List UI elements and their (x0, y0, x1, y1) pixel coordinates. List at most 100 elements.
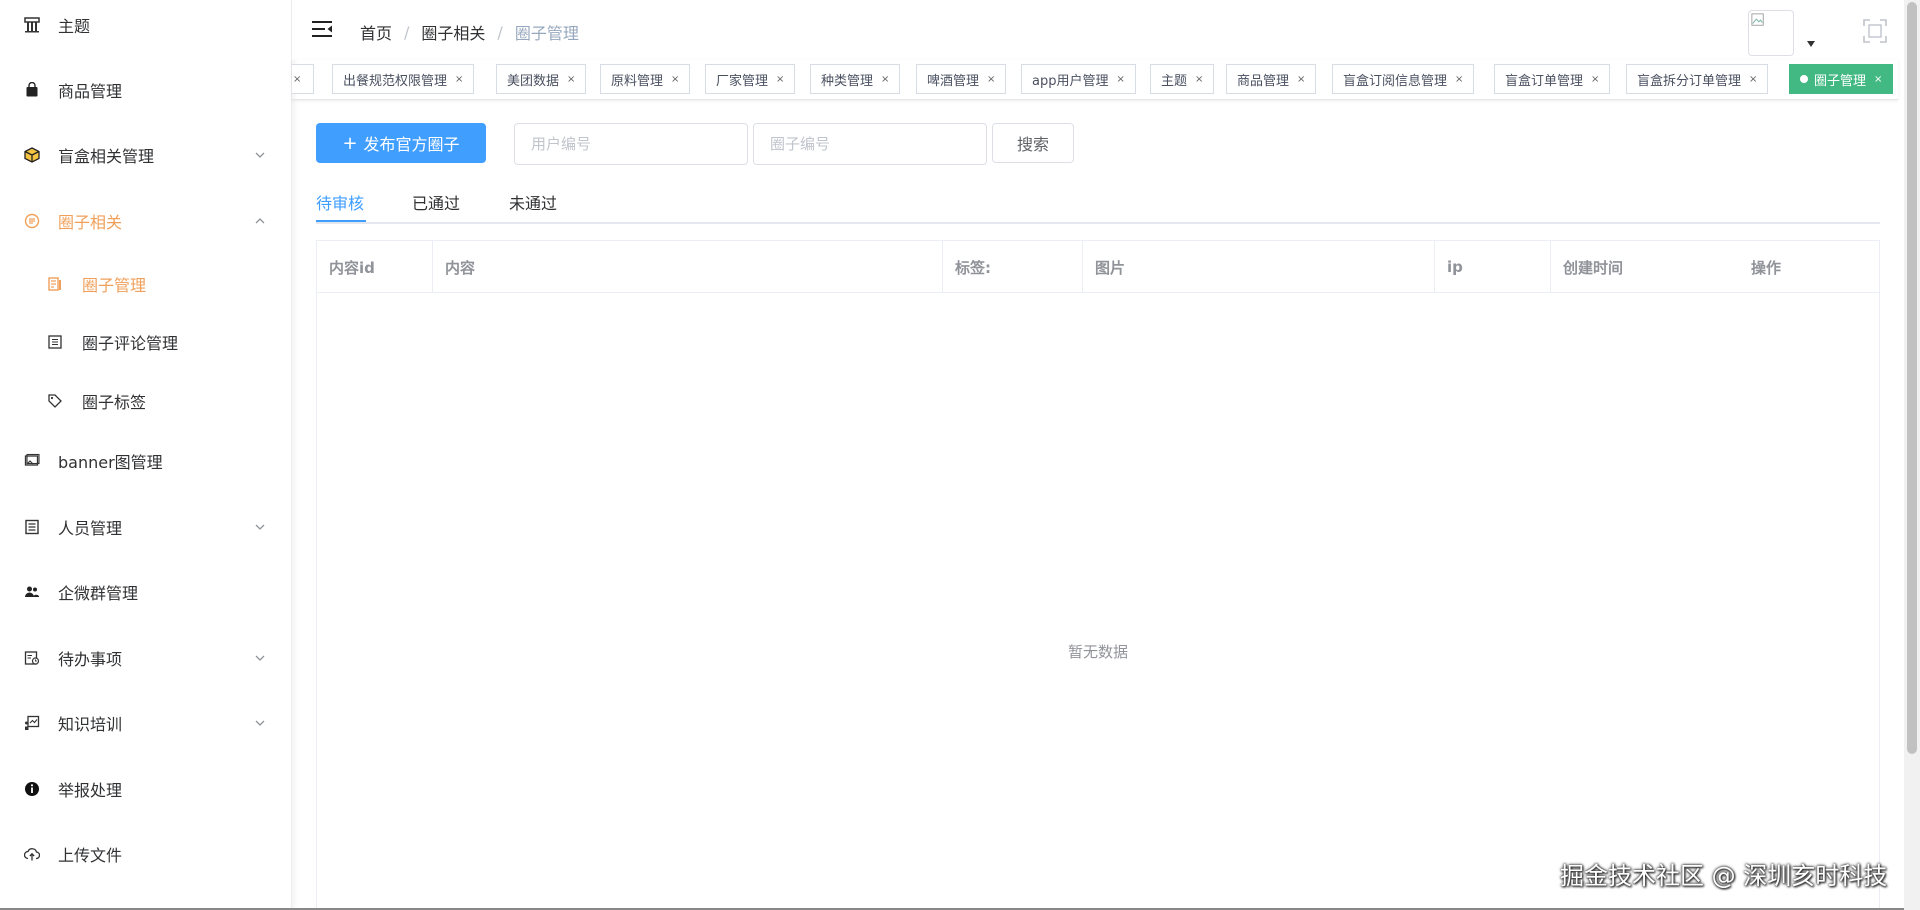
navbar: 首页 / 圈子相关 / 圈子管理 (292, 0, 1898, 60)
sidebar-item-label: 人员管理 (58, 519, 123, 538)
sidebar-item-label: 企微群管理 (58, 584, 139, 603)
scrollbar[interactable] (1904, 0, 1920, 910)
tag-label: 盲盒订阅信息管理 (1343, 73, 1448, 89)
close-icon[interactable]: × (671, 74, 679, 85)
close-icon[interactable]: × (1455, 74, 1463, 85)
active-dot-icon (1800, 75, 1808, 83)
sidebar-item-label: 圈子相关 (58, 213, 123, 232)
tag-item[interactable]: 盲盒订阅信息管理 × (1332, 64, 1475, 94)
publish-circle-button[interactable]: + 发布官方圈子 (316, 123, 486, 163)
close-icon[interactable]: × (776, 74, 784, 85)
box-icon (24, 147, 40, 163)
tag-item[interactable]: 主题 × (1150, 64, 1215, 94)
caret-down-icon[interactable] (1806, 40, 1816, 48)
tag-item[interactable]: 盲盒订单管理 × (1494, 64, 1611, 94)
todo-icon (24, 650, 40, 666)
sidebar-item-todo[interactable]: 待办事项 (0, 630, 291, 686)
chevron-down-icon (255, 152, 265, 158)
close-icon[interactable]: × (987, 74, 995, 85)
tag-label: app用户管理 (1032, 73, 1109, 89)
sidebar-item-label: 上传文件 (58, 846, 123, 865)
breadcrumb-home[interactable]: 首页 (360, 20, 392, 44)
sidebar-subitem-circle-tags[interactable]: 圈子标签 (0, 373, 291, 429)
sidebar-subitem-label: 圈子评论管理 (82, 334, 179, 353)
sidebar-item-report[interactable]: 举报处理 (0, 761, 291, 817)
tag-icon (48, 394, 62, 408)
bag-icon (24, 82, 40, 98)
doc-icon (48, 277, 62, 291)
sidebar-item-staff[interactable]: 人员管理 (0, 499, 291, 555)
tag-item[interactable]: 商品管理 × (1226, 64, 1317, 94)
main-content: 首页 / 圈子相关 / 圈子管理 × 出餐规范权限管理 × 美团数据 × 原料管理 ×… (292, 0, 1898, 910)
circle-table: 内容id 内容 标签: 图片 ip 创建时间 操作 暂无数据 (316, 240, 1880, 910)
user-id-input[interactable] (514, 123, 748, 165)
tag-label: 种类管理 (821, 73, 874, 89)
info-icon (24, 781, 40, 797)
sidebar-item-training[interactable]: 知识培训 (0, 695, 291, 751)
avatar[interactable] (1748, 10, 1794, 56)
sidebar-item-blindbox[interactable]: 盲盒相关管理 (0, 127, 291, 183)
breadcrumb-parent[interactable]: 圈子相关 (421, 20, 485, 44)
sidebar-item-label: 商品管理 (58, 82, 123, 101)
tag-label: 原料管理 (611, 73, 664, 89)
column-header-content: 内容 (433, 241, 943, 293)
active-tab-indicator (316, 220, 366, 222)
menu-toggle-icon[interactable] (312, 20, 332, 38)
chevron-down-icon (255, 524, 265, 530)
tab-rejected[interactable]: 未通过 (509, 190, 557, 214)
chevron-down-icon (255, 655, 265, 661)
table-header: 内容id 内容 标签: 图片 ip 创建时间 操作 (317, 241, 1879, 293)
breadcrumb-current: 圈子管理 (514, 24, 579, 43)
column-header-images: 图片 (1083, 241, 1435, 293)
sidebar-subitem-label: 圈子标签 (82, 393, 147, 412)
column-header-content-id: 内容id (317, 241, 433, 293)
sidebar-subitem-circle-manage[interactable]: 圈子管理 (0, 256, 291, 312)
close-icon[interactable]: × (1874, 74, 1882, 85)
tab-pending[interactable]: 待审核 (316, 190, 364, 214)
sidebar-item-label: 待办事项 (58, 650, 123, 669)
tab-approved[interactable]: 已通过 (412, 190, 460, 214)
tag-item[interactable]: 出餐规范权限管理 × (332, 64, 475, 94)
breadcrumb-separator: / (497, 22, 503, 42)
people-icon (24, 584, 40, 600)
close-icon[interactable]: × (1116, 74, 1124, 85)
tag-item[interactable]: app用户管理 × (1021, 64, 1136, 94)
close-icon[interactable]: × (567, 74, 575, 85)
sidebar-item-label: banner图管理 (58, 453, 163, 472)
sidebar-item-label: 盲盒相关管理 (58, 147, 155, 166)
tag-item[interactable]: 厂家管理 × (705, 64, 796, 94)
tag-item-partial[interactable]: × (292, 64, 314, 94)
tag-item[interactable]: 美团数据 × (496, 64, 587, 94)
plus-icon: + (342, 132, 358, 154)
tag-item[interactable]: 盲盒拆分订单管理 × (1626, 64, 1769, 94)
status-tabs: 待审核 已通过 未通过 (316, 186, 1880, 224)
close-icon[interactable]: × (881, 74, 889, 85)
tag-label: 主题 (1161, 73, 1188, 89)
fullscreen-icon[interactable] (1862, 18, 1888, 44)
sidebar-subitem-circle-comments[interactable]: 圈子评论管理 (0, 314, 291, 370)
sidebar-item-theme[interactable]: 主题 (0, 0, 291, 53)
tag-item[interactable]: 原料管理 × (600, 64, 691, 94)
tag-item[interactable]: 啤酒管理 × (916, 64, 1007, 94)
close-icon[interactable]: × (1195, 74, 1203, 85)
close-icon[interactable]: × (1591, 74, 1599, 85)
circle-id-input[interactable] (753, 123, 987, 165)
search-button[interactable]: 搜索 (992, 123, 1074, 163)
close-icon[interactable]: × (1749, 74, 1757, 85)
chevron-down-icon (255, 720, 265, 726)
sidebar-item-upload[interactable]: 上传文件 (0, 826, 291, 882)
sidebar-item-wecom-group[interactable]: 企微群管理 (0, 564, 291, 620)
list-icon (24, 519, 40, 535)
tag-item[interactable]: 种类管理 × (810, 64, 901, 94)
sidebar-item-circle[interactable]: 圈子相关 (0, 193, 291, 249)
column-header-ip: ip (1435, 241, 1551, 293)
close-icon[interactable]: × (293, 74, 301, 85)
tag-label: 圈子管理 (1814, 73, 1867, 89)
close-icon[interactable]: × (455, 74, 463, 85)
scrollbar-thumb[interactable] (1907, 2, 1917, 754)
close-icon[interactable]: × (1297, 74, 1305, 85)
sidebar-item-banner[interactable]: banner图管理 (0, 433, 291, 489)
tag-item-active[interactable]: 圈子管理 × (1789, 64, 1894, 94)
sidebar-item-goods[interactable]: 商品管理 (0, 62, 291, 118)
sidebar-item-label: 主题 (58, 17, 91, 36)
